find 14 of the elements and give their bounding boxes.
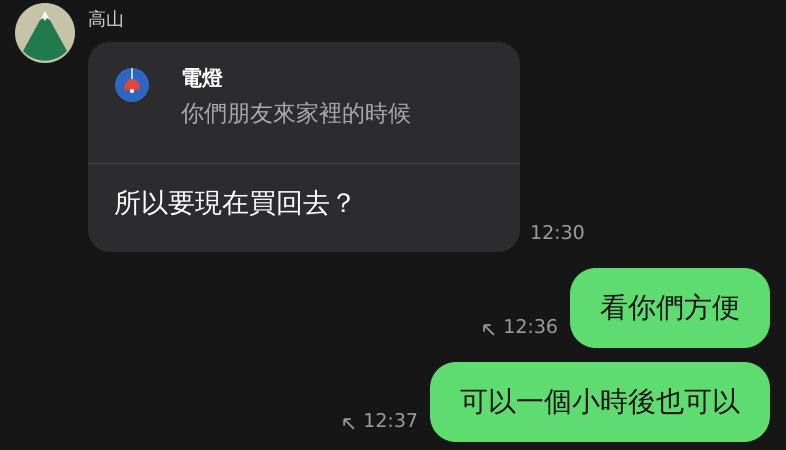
timestamp: 12:37 bbox=[363, 410, 418, 432]
message-bubble[interactable]: 看你們方便 bbox=[570, 268, 770, 348]
message-bubble[interactable]: 電燈 你們朋友來家裡的時候 所以要現在買回去？ bbox=[88, 42, 520, 252]
lamp-icon bbox=[115, 68, 149, 102]
sender-name: 高山 bbox=[88, 9, 125, 31]
timestamp: 12:36 bbox=[503, 316, 558, 338]
quote-title: 電燈 bbox=[181, 65, 224, 92]
arrow-icon bbox=[342, 417, 356, 430]
message-text: 所以要現在買回去？ bbox=[113, 187, 358, 221]
avatar-mountain-icon[interactable] bbox=[15, 3, 75, 63]
quoted-message: 你們朋友來家裡的時候 bbox=[181, 100, 411, 129]
message-bubble[interactable]: 可以一個小時後也可以 bbox=[430, 362, 770, 442]
arrow-icon bbox=[482, 323, 496, 336]
timestamp: 12:30 bbox=[530, 222, 585, 244]
